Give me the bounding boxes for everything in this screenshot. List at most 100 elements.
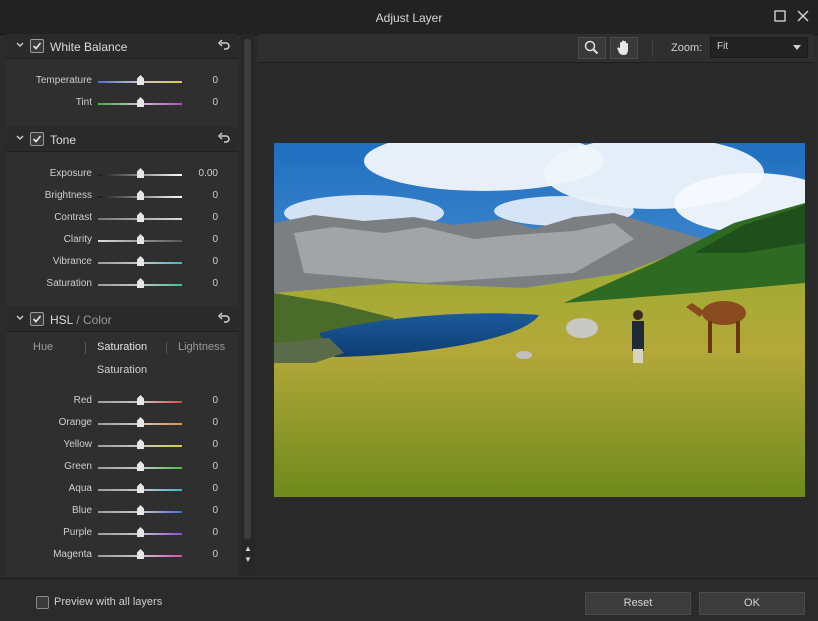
tint-label: Tint	[75, 97, 92, 108]
magenta-slider-row: Magenta 0	[6, 546, 238, 566]
slider-thumb[interactable]	[137, 256, 144, 266]
dropdown-caret-icon	[793, 45, 801, 50]
magnifier-icon	[584, 40, 599, 55]
brightness-value[interactable]: 0	[212, 190, 218, 201]
tone-header[interactable]: Tone	[6, 127, 238, 152]
clarity-slider-row: Clarity 0	[6, 231, 238, 251]
reset-button[interactable]: Reset	[585, 592, 691, 615]
blue-slider-row: Blue 0	[6, 502, 238, 522]
chevron-down-icon[interactable]	[15, 313, 25, 323]
slider-thumb[interactable]	[137, 483, 144, 493]
clarity-label: Clarity	[63, 234, 92, 245]
chevron-down-icon[interactable]	[15, 40, 25, 50]
slider-thumb[interactable]	[137, 190, 144, 200]
contrast-label: Contrast	[54, 212, 92, 223]
white-balance-checkbox[interactable]	[30, 39, 44, 53]
saturation-value[interactable]: 0	[212, 278, 218, 289]
slider-thumb[interactable]	[137, 395, 144, 405]
orange-label: Orange	[58, 417, 92, 428]
slider-thumb[interactable]	[137, 527, 144, 537]
temperature-value[interactable]: 0	[212, 75, 218, 86]
hsl-header[interactable]: HSL / Color	[6, 307, 238, 332]
tab-saturation[interactable]: Saturation	[97, 341, 147, 353]
pan-tool-button[interactable]	[610, 37, 638, 59]
ok-button[interactable]: OK	[699, 592, 805, 615]
tab-hue[interactable]: Hue	[33, 341, 53, 353]
blue-label: Blue	[71, 505, 92, 516]
purple-slider-row: Purple 0	[6, 524, 238, 544]
temperature-slider-row: Temperature 0	[6, 72, 238, 92]
contrast-slider-row: Contrast 0	[6, 209, 238, 229]
color-title-text[interactable]: Color	[83, 313, 112, 327]
preview-all-layers-checkbox[interactable]	[36, 596, 49, 609]
slider-thumb[interactable]	[137, 212, 144, 222]
exposure-label: Exposure	[49, 168, 92, 179]
slider-thumb[interactable]	[137, 417, 144, 427]
yellow-value[interactable]: 0	[212, 439, 218, 450]
clarity-value[interactable]: 0	[212, 234, 218, 245]
check-icon	[32, 42, 42, 50]
blue-value[interactable]: 0	[212, 505, 218, 516]
red-value[interactable]: 0	[212, 395, 218, 406]
preview-toolbar: Zoom: Fit	[258, 34, 814, 63]
zoom-select-value: Fit	[717, 41, 729, 52]
aqua-value[interactable]: 0	[212, 483, 218, 494]
preview-image	[274, 143, 805, 497]
dialog-footer: Preview with all layers Reset OK	[0, 578, 818, 621]
maximize-icon[interactable]	[772, 9, 788, 25]
green-value[interactable]: 0	[212, 461, 218, 472]
undo-icon[interactable]	[217, 311, 231, 325]
hsl-title-text[interactable]: HSL	[50, 313, 73, 327]
purple-value[interactable]: 0	[212, 527, 218, 538]
slider-thumb[interactable]	[137, 549, 144, 559]
vibrance-label: Vibrance	[52, 256, 92, 267]
zoom-select[interactable]: Fit	[710, 37, 808, 58]
slider-thumb[interactable]	[137, 168, 144, 178]
slider-thumb[interactable]	[137, 75, 144, 85]
magenta-label: Magenta	[53, 549, 92, 560]
yellow-slider-row: Yellow 0	[6, 436, 238, 456]
tone-checkbox[interactable]	[30, 132, 44, 146]
zoom-label: Zoom:	[671, 42, 703, 54]
hand-icon	[617, 40, 628, 55]
exposure-value[interactable]: 0.00	[199, 168, 218, 179]
title-bar: Adjust Layer	[0, 0, 818, 35]
undo-icon[interactable]	[217, 131, 231, 145]
contrast-value[interactable]: 0	[212, 212, 218, 223]
vibrance-slider-row: Vibrance 0	[6, 253, 238, 273]
slider-thumb[interactable]	[137, 234, 144, 244]
scrollbar-thumb[interactable]	[244, 39, 251, 539]
tint-value[interactable]: 0	[212, 97, 218, 108]
tab-divider	[85, 342, 86, 354]
close-icon[interactable]	[795, 9, 811, 25]
tone-title: Tone	[50, 133, 77, 147]
saturation-slider-row: Saturation 0	[6, 275, 238, 295]
landscape-photo	[274, 143, 805, 497]
left-panel-scrollbar[interactable]: ▲ ▼	[241, 34, 255, 575]
aqua-label: Aqua	[68, 483, 92, 494]
slider-thumb[interactable]	[137, 505, 144, 515]
undo-icon[interactable]	[217, 38, 231, 52]
hsl-checkbox[interactable]	[30, 312, 44, 326]
scroll-up-arrow-icon[interactable]: ▲	[241, 544, 255, 553]
scroll-down-arrow-icon[interactable]: ▼	[241, 555, 255, 564]
white-balance-header[interactable]: White Balance	[6, 34, 238, 59]
tab-lightness[interactable]: Lightness	[178, 341, 225, 353]
exposure-slider-row: Exposure 0.00	[6, 165, 238, 185]
window-title: Adjust Layer	[375, 11, 443, 25]
orange-value[interactable]: 0	[212, 417, 218, 428]
slider-thumb[interactable]	[137, 97, 144, 107]
preview-all-layers-label[interactable]: Preview with all layers	[54, 596, 162, 608]
slider-thumb[interactable]	[137, 278, 144, 288]
green-label: Green	[64, 461, 92, 472]
temperature-label: Temperature	[35, 75, 92, 86]
zoom-tool-button[interactable]	[578, 37, 606, 59]
chevron-down-icon[interactable]	[15, 133, 25, 143]
magenta-value[interactable]: 0	[212, 549, 218, 560]
slider-thumb[interactable]	[137, 461, 144, 471]
green-slider-row: Green 0	[6, 458, 238, 478]
vibrance-value[interactable]: 0	[212, 256, 218, 267]
hsl-title-separator: /	[76, 313, 80, 327]
white-balance-title: White Balance	[50, 40, 128, 54]
slider-thumb[interactable]	[137, 439, 144, 449]
